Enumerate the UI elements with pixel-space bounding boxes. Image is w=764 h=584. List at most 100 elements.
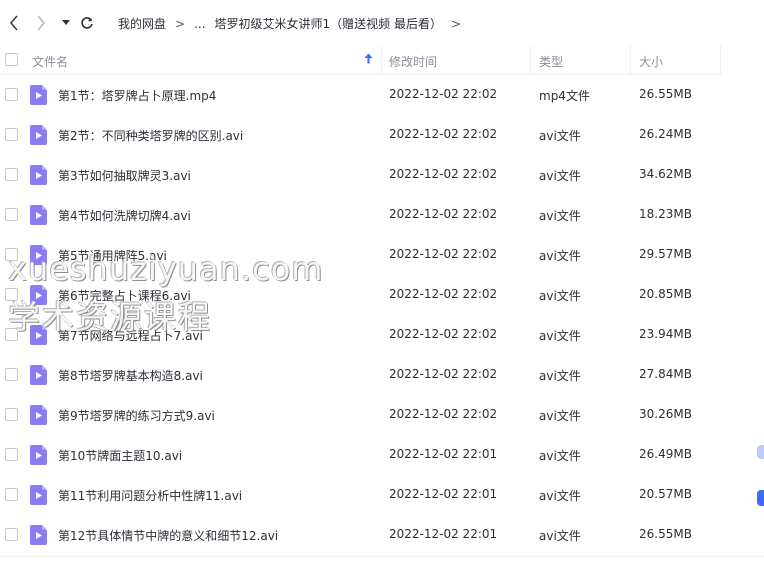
file-name[interactable]: 第1节：塔罗牌占卜原理.mp4 — [58, 87, 216, 104]
file-type: avi文件 — [539, 209, 581, 223]
file-name[interactable]: 第4节如何洗牌切牌4.avi — [58, 207, 191, 224]
file-row[interactable]: 第9节塔罗牌的练习方式9.avi 2022-12-02 22:02 avi文件 … — [0, 395, 764, 435]
row-checkbox[interactable] — [5, 168, 18, 181]
caret-down-icon — [62, 20, 70, 25]
file-name[interactable]: 第12节具体情节中牌的意义和细节12.avi — [58, 527, 278, 544]
file-row[interactable]: 第5节通用牌阵5.avi 2022-12-02 22:02 avi文件 29.5… — [0, 235, 764, 275]
file-name[interactable]: 第9节塔罗牌的练习方式9.avi — [58, 407, 215, 424]
file-type: avi文件 — [539, 249, 581, 263]
file-type: avi文件 — [539, 529, 581, 543]
row-checkbox[interactable] — [5, 408, 18, 421]
select-all-checkbox[interactable] — [5, 53, 18, 66]
video-file-icon — [30, 285, 47, 305]
floating-edge-widget[interactable] — [757, 445, 764, 459]
file-name[interactable]: 第5节通用牌阵5.avi — [58, 247, 167, 264]
video-file-icon — [30, 365, 47, 385]
column-divider[interactable] — [720, 46, 721, 74]
file-size: 26.55MB — [639, 87, 692, 101]
file-modified-time: 2022-12-02 22:02 — [389, 407, 498, 421]
video-file-icon — [30, 485, 47, 505]
file-type: avi文件 — [539, 489, 581, 503]
file-size: 26.49MB — [639, 447, 692, 461]
file-type: avi文件 — [539, 369, 581, 383]
refresh-icon — [81, 17, 93, 29]
chevron-right-icon — [37, 15, 46, 31]
file-row[interactable]: 第10节牌面主题10.avi 2022-12-02 22:01 avi文件 26… — [0, 435, 764, 475]
column-header-name[interactable]: 文件名 — [32, 53, 68, 70]
file-modified-time: 2022-12-02 22:02 — [389, 247, 498, 261]
file-modified-time: 2022-12-02 22:02 — [389, 327, 498, 341]
file-name[interactable]: 第10节牌面主题10.avi — [58, 447, 182, 464]
file-size: 27.84MB — [639, 367, 692, 381]
file-row[interactable]: 第3节如何抽取牌灵3.avi 2022-12-02 22:02 avi文件 34… — [0, 155, 764, 195]
row-checkbox[interactable] — [5, 248, 18, 261]
row-checkbox[interactable] — [5, 88, 18, 101]
column-header-type[interactable]: 类型 — [539, 53, 563, 70]
video-file-icon — [30, 445, 47, 465]
file-name[interactable]: 第6节完整占卜课程6.avi — [58, 287, 191, 304]
breadcrumb-item-ellipsis[interactable]: ... — [194, 17, 205, 31]
column-divider[interactable] — [530, 46, 531, 74]
row-checkbox[interactable] — [5, 208, 18, 221]
file-list-header: 文件名 修改时间 类型 大小 — [0, 46, 764, 74]
video-file-icon — [30, 165, 47, 185]
forward-button[interactable] — [31, 13, 51, 33]
row-checkbox[interactable] — [5, 128, 18, 141]
file-size: 29.57MB — [639, 247, 692, 261]
file-name[interactable]: 第11节利用问题分析中性牌11.avi — [58, 487, 242, 504]
video-file-icon — [30, 405, 47, 425]
file-type: avi文件 — [539, 449, 581, 463]
file-size: 20.85MB — [639, 287, 692, 301]
column-header-time[interactable]: 修改时间 — [389, 53, 437, 70]
file-row[interactable]: 第6节完整占卜课程6.avi 2022-12-02 22:02 avi文件 20… — [0, 275, 764, 315]
file-type: mp4文件 — [539, 89, 590, 103]
file-name[interactable]: 第8节塔罗牌基本构造8.avi — [58, 367, 203, 384]
video-file-icon — [30, 85, 47, 105]
row-checkbox[interactable] — [5, 368, 18, 381]
file-type: avi文件 — [539, 329, 581, 343]
video-file-icon — [30, 245, 47, 265]
row-checkbox[interactable] — [5, 328, 18, 341]
column-divider[interactable] — [630, 46, 631, 74]
video-file-icon — [30, 205, 47, 225]
floating-edge-widget[interactable] — [757, 490, 764, 506]
file-size: 23.94MB — [639, 327, 692, 341]
file-size: 26.24MB — [639, 127, 692, 141]
file-name[interactable]: 第3节如何抽取牌灵3.avi — [58, 167, 191, 184]
file-modified-time: 2022-12-02 22:02 — [389, 167, 498, 181]
breadcrumb-item-current[interactable]: 塔罗初级艾米女讲师1（赠送视频 最后看） — [215, 15, 442, 32]
file-modified-time: 2022-12-02 22:02 — [389, 127, 498, 141]
row-checkbox[interactable] — [5, 288, 18, 301]
file-modified-time: 2022-12-02 22:02 — [389, 207, 498, 221]
video-file-icon — [30, 525, 47, 545]
sort-up-arrow-icon[interactable] — [364, 53, 373, 64]
file-size: 20.57MB — [639, 487, 692, 501]
row-checkbox[interactable] — [5, 488, 18, 501]
breadcrumb-separator: > — [450, 16, 462, 31]
row-checkbox[interactable] — [5, 528, 18, 541]
breadcrumb-item-root[interactable]: 我的网盘 — [118, 15, 166, 32]
column-divider[interactable] — [381, 46, 382, 74]
file-row[interactable]: 第2节：不同种类塔罗牌的区别.avi 2022-12-02 22:02 avi文… — [0, 115, 764, 155]
file-size: 34.62MB — [639, 167, 692, 181]
file-row[interactable]: 第7节网络与远程占卜7.avi 2022-12-02 22:02 avi文件 2… — [0, 315, 764, 355]
refresh-button[interactable] — [77, 13, 97, 33]
back-button[interactable] — [4, 13, 24, 33]
file-row[interactable]: 第11节利用问题分析中性牌11.avi 2022-12-02 22:01 avi… — [0, 475, 764, 515]
file-row[interactable]: 第1节：塔罗牌占卜原理.mp4 2022-12-02 22:02 mp4文件 2… — [0, 75, 764, 115]
chevron-left-icon — [9, 15, 18, 31]
file-modified-time: 2022-12-02 22:02 — [389, 87, 498, 101]
column-header-size[interactable]: 大小 — [639, 53, 663, 70]
file-modified-time: 2022-12-02 22:02 — [389, 367, 498, 381]
list-bottom-divider — [0, 556, 764, 557]
file-row[interactable]: 第4节如何洗牌切牌4.avi 2022-12-02 22:02 avi文件 18… — [0, 195, 764, 235]
history-dropdown-button[interactable] — [56, 13, 76, 33]
file-row[interactable]: 第12节具体情节中牌的意义和细节12.avi 2022-12-02 22:01 … — [0, 515, 764, 555]
video-file-icon — [30, 125, 47, 145]
row-checkbox[interactable] — [5, 448, 18, 461]
file-row[interactable]: 第8节塔罗牌基本构造8.avi 2022-12-02 22:02 avi文件 2… — [0, 355, 764, 395]
file-name[interactable]: 第7节网络与远程占卜7.avi — [58, 327, 203, 344]
breadcrumb-separator: > — [175, 16, 186, 31]
file-size: 26.55MB — [639, 527, 692, 541]
file-name[interactable]: 第2节：不同种类塔罗牌的区别.avi — [58, 127, 243, 144]
